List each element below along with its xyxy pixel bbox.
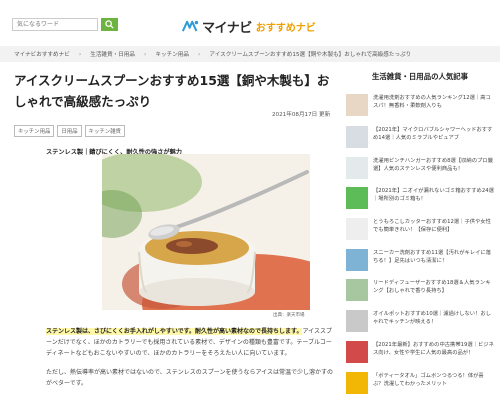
article-thumbnail[interactable] bbox=[346, 310, 368, 332]
updated-date: 2021年08月17日 更新 bbox=[272, 112, 331, 118]
popular-article-item[interactable]: スニーカー洗剤おすすめ11選【汚れがキレイに落ちる！】足先はいつも清潔に！ bbox=[346, 249, 494, 277]
highlighted-text: ステンレス製は、さびにくくお手入れがしやすいです。耐久性が高い素材なので長持ちし… bbox=[46, 328, 303, 335]
popular-article-item[interactable]: オイルポットおすすめ10選｜濾過けしない！おしゃれでキッチンが映える！ bbox=[346, 310, 494, 338]
article-title: アイスクリームスプーンおすすめ15選【銅や木製も】おしゃれで高級感たっぷり bbox=[14, 73, 330, 109]
chevron-right-icon: › bbox=[78, 50, 82, 58]
article-thumbnail[interactable] bbox=[346, 157, 368, 179]
chevron-right-icon: › bbox=[144, 50, 147, 58]
article-link-title[interactable]: オイルポットおすすめ10選｜濾過けしない！おしゃれでキッチンが映える！ bbox=[373, 310, 494, 338]
logo-subtitle: おすすめナビ bbox=[255, 22, 316, 34]
article-link-title[interactable]: 【2021年最新】おすすめの中古携帯19選｜ビジネス向け、女性や学生に人気の最高… bbox=[373, 341, 494, 369]
article-photo bbox=[102, 154, 310, 310]
search-button[interactable] bbox=[101, 18, 118, 31]
mynavi-logo-icon bbox=[182, 20, 199, 32]
chevron-right-icon: › bbox=[197, 50, 201, 58]
article-body-paragraph-2: ただし、熱伝導率が高い素材ではないので、ステンレスのスプーンを使うならアイスは常… bbox=[46, 369, 333, 387]
sidebar-title: 生活雑貨・日用品の人気記事 bbox=[371, 72, 469, 81]
search-input[interactable] bbox=[13, 19, 97, 30]
article-link-title[interactable]: スニーカー洗剤おすすめ11選【汚れがキレイに落ちる！】足先はいつも清潔に！ bbox=[373, 249, 494, 277]
site-header: マイナビ おすすめナビ bbox=[0, 0, 500, 40]
article-link-title[interactable]: とうもろこしカッターおすすめ12選｜子供や女性でも簡単きれい！【保存に便利】 bbox=[373, 218, 494, 246]
popular-article-item[interactable]: 洗濯用洗剤おすすめの人気ランキング12選｜高コスパ！無香料・柔軟剤入りも bbox=[346, 94, 494, 122]
breadcrumb-item-category[interactable]: 生活雑貨・日用品 bbox=[90, 50, 135, 58]
photo-credit: 出典：楽天市場 bbox=[273, 313, 305, 318]
popular-article-item[interactable]: 「ボティータオル」ゴムボンつるつる！体が喜ぶ？洗濯してわかったメリット bbox=[346, 372, 494, 400]
tag-list: キッチン用品 日用品 キッチン雑貨 bbox=[14, 125, 125, 137]
article-thumbnail[interactable] bbox=[346, 341, 368, 363]
search-icon bbox=[105, 20, 114, 29]
article-thumbnail[interactable] bbox=[346, 279, 368, 301]
article-thumbnail[interactable] bbox=[346, 249, 368, 271]
tag-kitchen-goods[interactable]: キッチン雑貨 bbox=[84, 125, 125, 137]
article-link-title[interactable]: リードディフューザーおすすめ18選＆人気ランキング【おしゃれで香り長持ち】 bbox=[373, 279, 494, 307]
popular-article-item[interactable]: リードディフューザーおすすめ18選＆人気ランキング【おしゃれで香り長持ち】 bbox=[346, 279, 494, 307]
article-thumbnail[interactable] bbox=[346, 372, 368, 394]
sidebar-popular-articles: 生活雑貨・日用品の人気記事 洗濯用洗剤おすすめの人気ランキング12選｜高コスパ！… bbox=[346, 70, 494, 394]
article-body-paragraph: ステンレス製は、さびにくくお手入れがしやすいです。耐久性が高い素材なので長持ちし… bbox=[46, 326, 336, 359]
popular-article-item[interactable]: 【2021年最新】おすすめの中古携帯19選｜ビジネス向け、女性や学生に人気の最高… bbox=[346, 341, 494, 369]
logo-text: マイナビ bbox=[202, 20, 252, 36]
popular-article-item[interactable]: 【2021年】マイクロバブルシャワーヘッドおすすめ14選｜人気のミラブルやピュア… bbox=[346, 126, 494, 154]
article-link-title[interactable]: 洗濯用洗剤おすすめの人気ランキング12選｜高コスパ！無香料・柔軟剤入りも bbox=[373, 94, 494, 122]
tag-kitchen[interactable]: キッチン用品 bbox=[14, 125, 55, 137]
search-box bbox=[12, 18, 98, 31]
site-logo[interactable]: マイナビ おすすめナビ bbox=[182, 17, 316, 36]
popular-article-item[interactable]: 【2021年】ニオイが漏れないゴミ箱おすすめ24選｜場所別のゴミ箱も！ bbox=[346, 187, 494, 215]
article-thumbnail[interactable] bbox=[346, 94, 368, 116]
breadcrumb: マイナビおすすめナビ › 生活雑貨・日用品 › キッチン用品 › アイスクリーム… bbox=[0, 46, 500, 62]
article-link-title[interactable]: 【2021年】ニオイが漏れないゴミ箱おすすめ24選｜場所別のゴミ箱も！ bbox=[373, 187, 494, 215]
tag-daily-goods[interactable]: 日用品 bbox=[57, 125, 82, 137]
popular-article-item[interactable]: とうもろこしカッターおすすめ12選｜子供や女性でも簡単きれい！【保存に便利】 bbox=[346, 218, 494, 246]
breadcrumb-item-home[interactable]: マイナビおすすめナビ bbox=[14, 50, 70, 58]
article-link-title[interactable]: 洗濯用ピンチハンガーおすすめ8選【収納のプロ厳選】人気のステンレスや便利商品も！ bbox=[373, 157, 494, 185]
article-link-title[interactable]: 【2021年】マイクロバブルシャワーヘッドおすすめ14選｜人気のミラブルやピュア… bbox=[373, 126, 494, 154]
breadcrumb-item-subcategory[interactable]: キッチン用品 bbox=[155, 50, 189, 58]
article-thumbnail[interactable] bbox=[346, 126, 368, 148]
article-thumbnail[interactable] bbox=[346, 187, 368, 209]
popular-article-item[interactable]: 洗濯用ピンチハンガーおすすめ8選【収納のプロ厳選】人気のステンレスや便利商品も！ bbox=[346, 157, 494, 185]
breadcrumb-item-current: アイスクリームスプーンおすすめ15選【銅や木製も】おしゃれで高級感たっぷり bbox=[209, 52, 412, 58]
article-thumbnail[interactable] bbox=[346, 218, 368, 240]
article-link-title[interactable]: 「ボティータオル」ゴムボンつるつる！体が喜ぶ？洗濯してわかったメリット bbox=[373, 372, 494, 400]
